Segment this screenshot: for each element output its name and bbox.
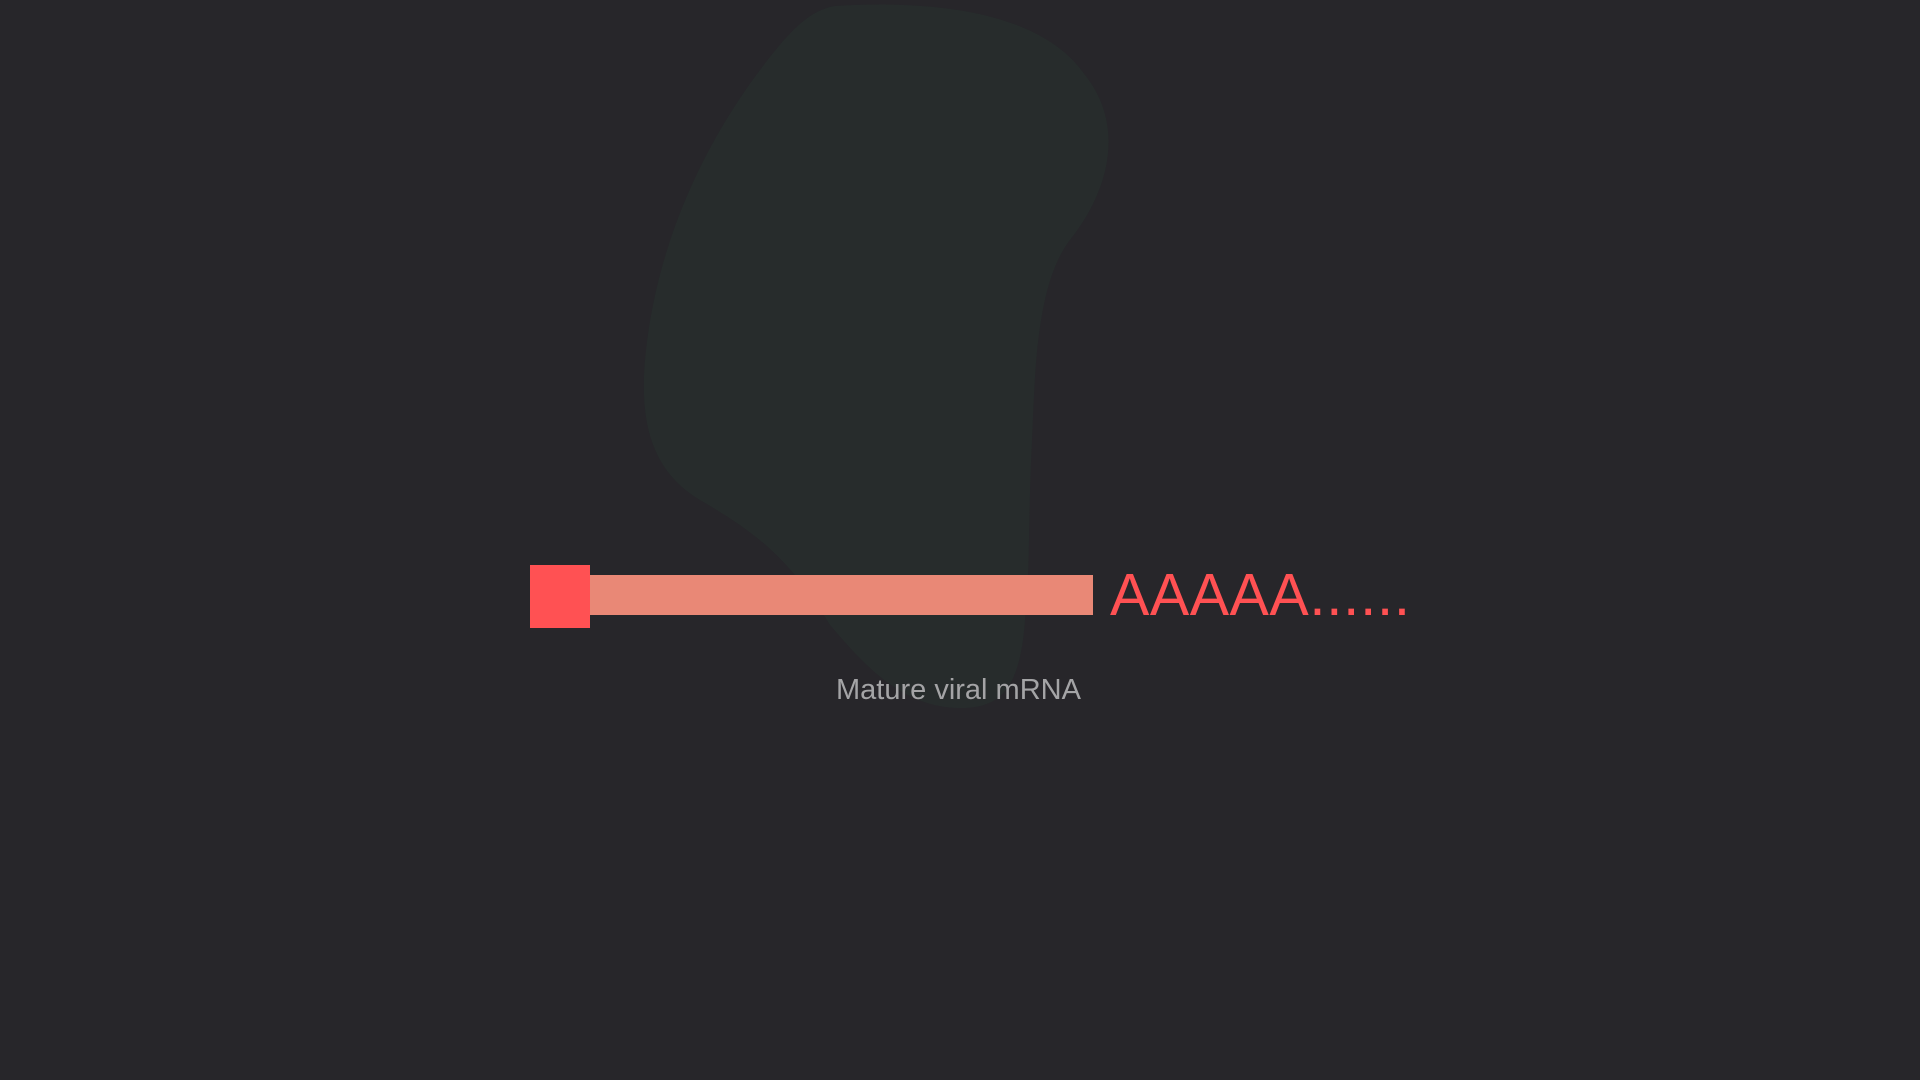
diagram-label: Mature viral mRNA bbox=[836, 674, 1081, 706]
mrna-strand bbox=[590, 575, 1093, 615]
poly-a-tail-text: AAAAA...... bbox=[1110, 562, 1411, 628]
diagram-canvas: AAAAA...... Mature viral mRNA bbox=[0, 0, 1920, 1080]
cell-blob-shape bbox=[643, 4, 1109, 709]
five-prime-cap bbox=[530, 565, 590, 628]
